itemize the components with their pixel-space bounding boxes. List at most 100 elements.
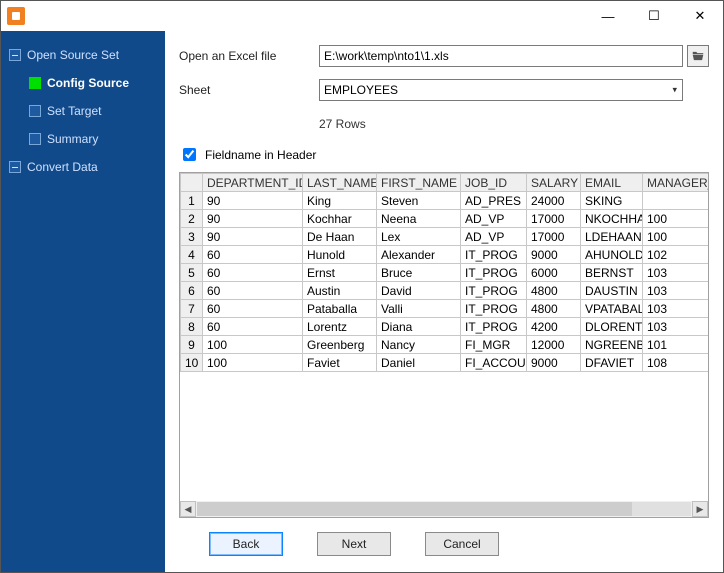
cell[interactable]: Austin bbox=[303, 282, 377, 300]
column-header[interactable]: MANAGER_ID bbox=[643, 174, 709, 192]
cell[interactable]: Daniel bbox=[377, 354, 461, 372]
cell[interactable]: 100 bbox=[643, 210, 709, 228]
sidebar-item-open-source-set[interactable]: Open Source Set bbox=[1, 41, 165, 69]
scroll-right-icon[interactable]: ▶ bbox=[692, 501, 708, 517]
row-header[interactable]: 8 bbox=[181, 318, 203, 336]
scroll-left-icon[interactable]: ◀ bbox=[180, 501, 196, 517]
maximize-button[interactable]: ☐ bbox=[631, 1, 677, 31]
scroll-track[interactable] bbox=[197, 502, 691, 516]
cell[interactable]: 103 bbox=[643, 282, 709, 300]
cell[interactable]: 90 bbox=[203, 228, 303, 246]
row-header[interactable]: 5 bbox=[181, 264, 203, 282]
cell[interactable]: IT_PROG bbox=[461, 246, 527, 264]
cell[interactable]: Alexander bbox=[377, 246, 461, 264]
horizontal-scrollbar[interactable]: ◀ ▶ bbox=[180, 501, 708, 517]
cell[interactable]: 60 bbox=[203, 282, 303, 300]
cell[interactable]: 103 bbox=[643, 300, 709, 318]
table-row[interactable]: 390De HaanLexAD_VP17000LDEHAAN100 bbox=[181, 228, 709, 246]
sidebar-item-set-target[interactable]: Set Target bbox=[1, 97, 165, 125]
column-header[interactable]: JOB_ID bbox=[461, 174, 527, 192]
cell[interactable]: Diana bbox=[377, 318, 461, 336]
table-row[interactable]: 10100FavietDanielFI_ACCOUNT9000DFAVIET10… bbox=[181, 354, 709, 372]
cell[interactable]: 4200 bbox=[527, 318, 581, 336]
cell[interactable]: Lorentz bbox=[303, 318, 377, 336]
table-row[interactable]: 190KingStevenAD_PRES24000SKING bbox=[181, 192, 709, 210]
cell[interactable]: VPATABALLA bbox=[581, 300, 643, 318]
cell[interactable]: Hunold bbox=[303, 246, 377, 264]
cell[interactable]: BERNST bbox=[581, 264, 643, 282]
row-header[interactable]: 3 bbox=[181, 228, 203, 246]
cancel-button[interactable]: Cancel bbox=[425, 532, 499, 556]
minimize-button[interactable]: — bbox=[585, 1, 631, 31]
cell[interactable]: 90 bbox=[203, 210, 303, 228]
cell[interactable]: Neena bbox=[377, 210, 461, 228]
column-header[interactable]: DEPARTMENT_ID bbox=[203, 174, 303, 192]
cell[interactable]: De Haan bbox=[303, 228, 377, 246]
cell[interactable]: NGREENBERG bbox=[581, 336, 643, 354]
sidebar-item-summary[interactable]: Summary bbox=[1, 125, 165, 153]
cell[interactable]: 60 bbox=[203, 318, 303, 336]
fieldname-label[interactable]: Fieldname in Header bbox=[205, 148, 316, 162]
cell[interactable]: 4800 bbox=[527, 282, 581, 300]
column-header[interactable]: FIRST_NAME bbox=[377, 174, 461, 192]
cell[interactable]: 100 bbox=[203, 336, 303, 354]
cell[interactable]: 17000 bbox=[527, 228, 581, 246]
cell[interactable]: 100 bbox=[203, 354, 303, 372]
cell[interactable]: AD_VP bbox=[461, 228, 527, 246]
next-button[interactable]: Next bbox=[317, 532, 391, 556]
cell[interactable]: Kochhar bbox=[303, 210, 377, 228]
cell[interactable]: 9000 bbox=[527, 246, 581, 264]
cell[interactable]: IT_PROG bbox=[461, 318, 527, 336]
cell[interactable]: IT_PROG bbox=[461, 282, 527, 300]
cell[interactable]: LDEHAAN bbox=[581, 228, 643, 246]
table-row[interactable]: 290KochharNeenaAD_VP17000NKOCHHAR100 bbox=[181, 210, 709, 228]
cell[interactable]: 24000 bbox=[527, 192, 581, 210]
cell[interactable]: King bbox=[303, 192, 377, 210]
cell[interactable]: Bruce bbox=[377, 264, 461, 282]
row-header[interactable]: 1 bbox=[181, 192, 203, 210]
cell[interactable] bbox=[643, 192, 709, 210]
fieldname-checkbox[interactable] bbox=[183, 148, 196, 161]
table-row[interactable]: 660AustinDavidIT_PROG4800DAUSTIN103 bbox=[181, 282, 709, 300]
scroll-thumb[interactable] bbox=[197, 502, 632, 516]
row-header[interactable]: 9 bbox=[181, 336, 203, 354]
close-button[interactable]: ✕ bbox=[677, 1, 723, 31]
cell[interactable]: AHUNOLD bbox=[581, 246, 643, 264]
table-row[interactable]: 9100GreenbergNancyFI_MGR12000NGREENBERG1… bbox=[181, 336, 709, 354]
browse-button[interactable] bbox=[687, 45, 709, 67]
row-header[interactable]: 7 bbox=[181, 300, 203, 318]
cell[interactable]: FI_ACCOUNT bbox=[461, 354, 527, 372]
cell[interactable]: DLORENTZ bbox=[581, 318, 643, 336]
cell[interactable]: Faviet bbox=[303, 354, 377, 372]
cell[interactable]: 103 bbox=[643, 264, 709, 282]
cell[interactable]: SKING bbox=[581, 192, 643, 210]
cell[interactable]: 90 bbox=[203, 192, 303, 210]
column-header[interactable]: LAST_NAME bbox=[303, 174, 377, 192]
row-header[interactable]: 10 bbox=[181, 354, 203, 372]
cell[interactable]: FI_MGR bbox=[461, 336, 527, 354]
cell[interactable]: David bbox=[377, 282, 461, 300]
cell[interactable]: Steven bbox=[377, 192, 461, 210]
column-header[interactable]: EMAIL bbox=[581, 174, 643, 192]
cell[interactable]: 103 bbox=[643, 318, 709, 336]
column-header[interactable]: SALARY bbox=[527, 174, 581, 192]
table-row[interactable]: 860LorentzDianaIT_PROG4200DLORENTZ103 bbox=[181, 318, 709, 336]
cell[interactable]: 102 bbox=[643, 246, 709, 264]
cell[interactable]: Lex bbox=[377, 228, 461, 246]
table-row[interactable]: 460HunoldAlexanderIT_PROG9000AHUNOLD102 bbox=[181, 246, 709, 264]
cell[interactable]: 17000 bbox=[527, 210, 581, 228]
cell[interactable]: DAUSTIN bbox=[581, 282, 643, 300]
cell[interactable]: 9000 bbox=[527, 354, 581, 372]
cell[interactable]: Greenberg bbox=[303, 336, 377, 354]
cell[interactable]: 60 bbox=[203, 300, 303, 318]
cell[interactable]: IT_PROG bbox=[461, 264, 527, 282]
back-button[interactable]: Back bbox=[209, 532, 283, 556]
sidebar-item-convert-data[interactable]: Convert Data bbox=[1, 153, 165, 181]
cell[interactable]: 101 bbox=[643, 336, 709, 354]
cell[interactable]: 60 bbox=[203, 264, 303, 282]
row-header[interactable]: 4 bbox=[181, 246, 203, 264]
cell[interactable]: Pataballa bbox=[303, 300, 377, 318]
table-row[interactable]: 760PataballaValliIT_PROG4800VPATABALLA10… bbox=[181, 300, 709, 318]
cell[interactable]: 6000 bbox=[527, 264, 581, 282]
cell[interactable]: NKOCHHAR bbox=[581, 210, 643, 228]
